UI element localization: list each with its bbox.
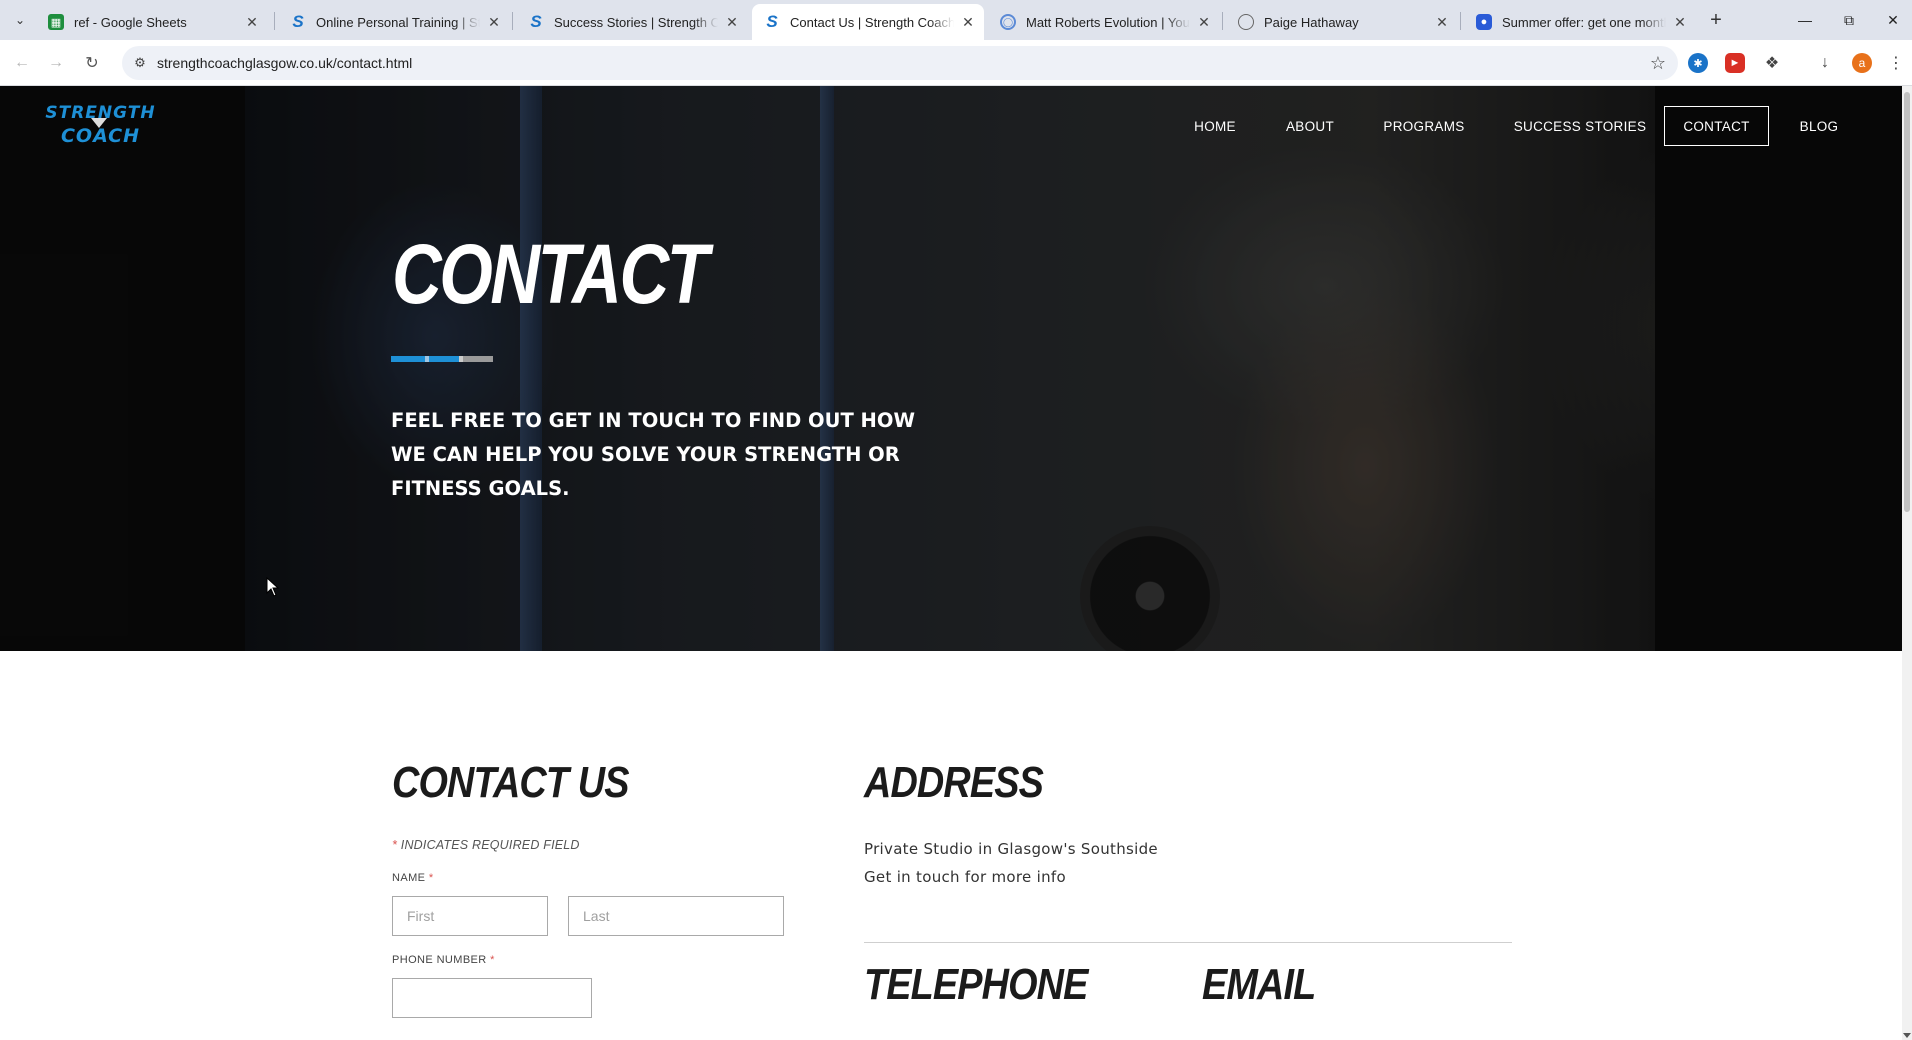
tab-online-personal-training[interactable]: S Online Personal Training | Strength Co… — [278, 4, 510, 40]
tab-success-stories[interactable]: S Success Stories | Strength Coach ✕ — [516, 4, 748, 40]
phone-label: PHONE NUMBER * — [392, 954, 495, 966]
tab-matt-roberts[interactable]: ◯ Matt Roberts Evolution | Young ✕ — [988, 4, 1220, 40]
restore-button[interactable]: ⧉ — [1834, 6, 1864, 34]
browser-toolbar: ← → ↻ ⚙ strengthcoachglasgow.co.uk/conta… — [0, 40, 1912, 86]
mouse-pointer-icon — [266, 577, 280, 597]
nav-home[interactable]: HOME — [1180, 106, 1250, 146]
first-name-input[interactable] — [392, 896, 548, 936]
new-tab-button[interactable]: + — [1704, 8, 1728, 32]
extension-shield-icon[interactable]: ► — [1725, 53, 1745, 73]
nav-blog[interactable]: BLOG — [1792, 106, 1846, 146]
extensions-puzzle-icon[interactable]: ❖ — [1762, 53, 1782, 73]
browser-menu-icon[interactable]: ⋮ — [1888, 53, 1904, 73]
close-tab-icon[interactable]: ✕ — [724, 14, 740, 30]
contact-us-heading: CONTACT US — [392, 758, 630, 807]
downloads-icon[interactable]: ↓ — [1815, 53, 1835, 73]
reload-button[interactable]: ↻ — [80, 51, 104, 75]
close-tab-icon[interactable]: ✕ — [486, 14, 502, 30]
name-label: NAME * — [392, 872, 434, 884]
sheets-icon: ▦ — [48, 14, 64, 30]
hero-overlay — [0, 86, 1902, 651]
required-field-note: * INDICATES REQUIRED FIELD — [392, 838, 580, 852]
tab-contact-us[interactable]: S Contact Us | Strength Coach Glasgow ✕ — [752, 4, 984, 40]
site-s-icon: S — [530, 12, 542, 31]
title-accent-bar — [391, 356, 493, 362]
telephone-heading: TELEPHONE — [864, 960, 1088, 1009]
profile-avatar[interactable]: a — [1852, 53, 1872, 73]
hero-tagline: FEEL FREE TO GET IN TOUCH TO FIND OUT HO… — [391, 409, 915, 500]
tab-strip: ⌄ ▦ ref - Google Sheets ✕ S Online Perso… — [0, 0, 1912, 40]
address-bar[interactable]: ⚙ strengthcoachglasgow.co.uk/contact.htm… — [122, 46, 1678, 80]
page-scrollbar[interactable] — [1902, 86, 1912, 1040]
scroll-down-arrow-icon[interactable] — [1903, 1033, 1911, 1038]
page-title: CONTACT — [392, 227, 709, 321]
phone-number-input[interactable] — [392, 978, 592, 1018]
site-s-icon: S — [766, 12, 778, 31]
nav-contact[interactable]: CONTACT — [1664, 106, 1769, 146]
address-line-2: Get in touch for more info — [864, 868, 1066, 886]
back-button[interactable]: ← — [10, 51, 34, 75]
tab-separator — [274, 12, 275, 30]
tab-search-chevron-icon[interactable]: ⌄ — [8, 8, 32, 32]
section-divider — [864, 942, 1512, 943]
globe-icon — [1238, 14, 1254, 30]
minimize-button[interactable]: — — [1790, 6, 1820, 34]
url-text[interactable]: strengthcoachglasgow.co.uk/contact.html — [157, 55, 412, 71]
tab-separator — [1460, 12, 1461, 30]
scrollbar-thumb[interactable] — [1904, 92, 1910, 512]
close-tab-icon[interactable]: ✕ — [960, 14, 976, 30]
tab-summer-offer[interactable]: ● Summer offer: get one month free ✕ — [1464, 4, 1696, 40]
forward-button[interactable]: → — [44, 51, 68, 75]
close-tab-icon[interactable]: ✕ — [244, 14, 260, 30]
app-icon: ● — [1476, 14, 1492, 30]
site-info-icon[interactable]: ⚙ — [132, 55, 148, 71]
extension-icon[interactable]: ✱ — [1688, 53, 1708, 73]
close-window-button[interactable]: ✕ — [1878, 6, 1908, 34]
nav-programs[interactable]: PROGRAMS — [1374, 106, 1474, 146]
bookmark-star-icon[interactable]: ☆ — [1650, 53, 1666, 74]
tab-separator — [512, 12, 513, 30]
nav-success-stories[interactable]: SUCCESS STORIES — [1506, 106, 1654, 146]
main-navigation: HOME ABOUT PROGRAMS SUCCESS STORIES CONT… — [0, 106, 1902, 146]
address-line-1: Private Studio in Glasgow's Southside — [864, 840, 1158, 858]
tab-separator — [1222, 12, 1223, 30]
last-name-input[interactable] — [568, 896, 784, 936]
close-tab-icon[interactable]: ✕ — [1672, 14, 1688, 30]
hero-section: STRENGTH COACH HOME ABOUT PROGRAMS SUCCE… — [0, 86, 1902, 651]
close-tab-icon[interactable]: ✕ — [1196, 14, 1212, 30]
close-tab-icon[interactable]: ✕ — [1434, 14, 1450, 30]
email-heading: EMAIL — [1202, 960, 1316, 1009]
tab-google-sheets[interactable]: ▦ ref - Google Sheets ✕ — [36, 4, 268, 40]
address-heading: ADDRESS — [864, 758, 1044, 807]
globe-icon: ◯ — [1000, 14, 1016, 30]
page-viewport: STRENGTH COACH HOME ABOUT PROGRAMS SUCCE… — [0, 86, 1902, 1040]
site-s-icon: S — [292, 12, 304, 31]
tab-paige-hathaway[interactable]: Paige Hathaway ✕ — [1226, 4, 1458, 40]
nav-about[interactable]: ABOUT — [1276, 106, 1344, 146]
